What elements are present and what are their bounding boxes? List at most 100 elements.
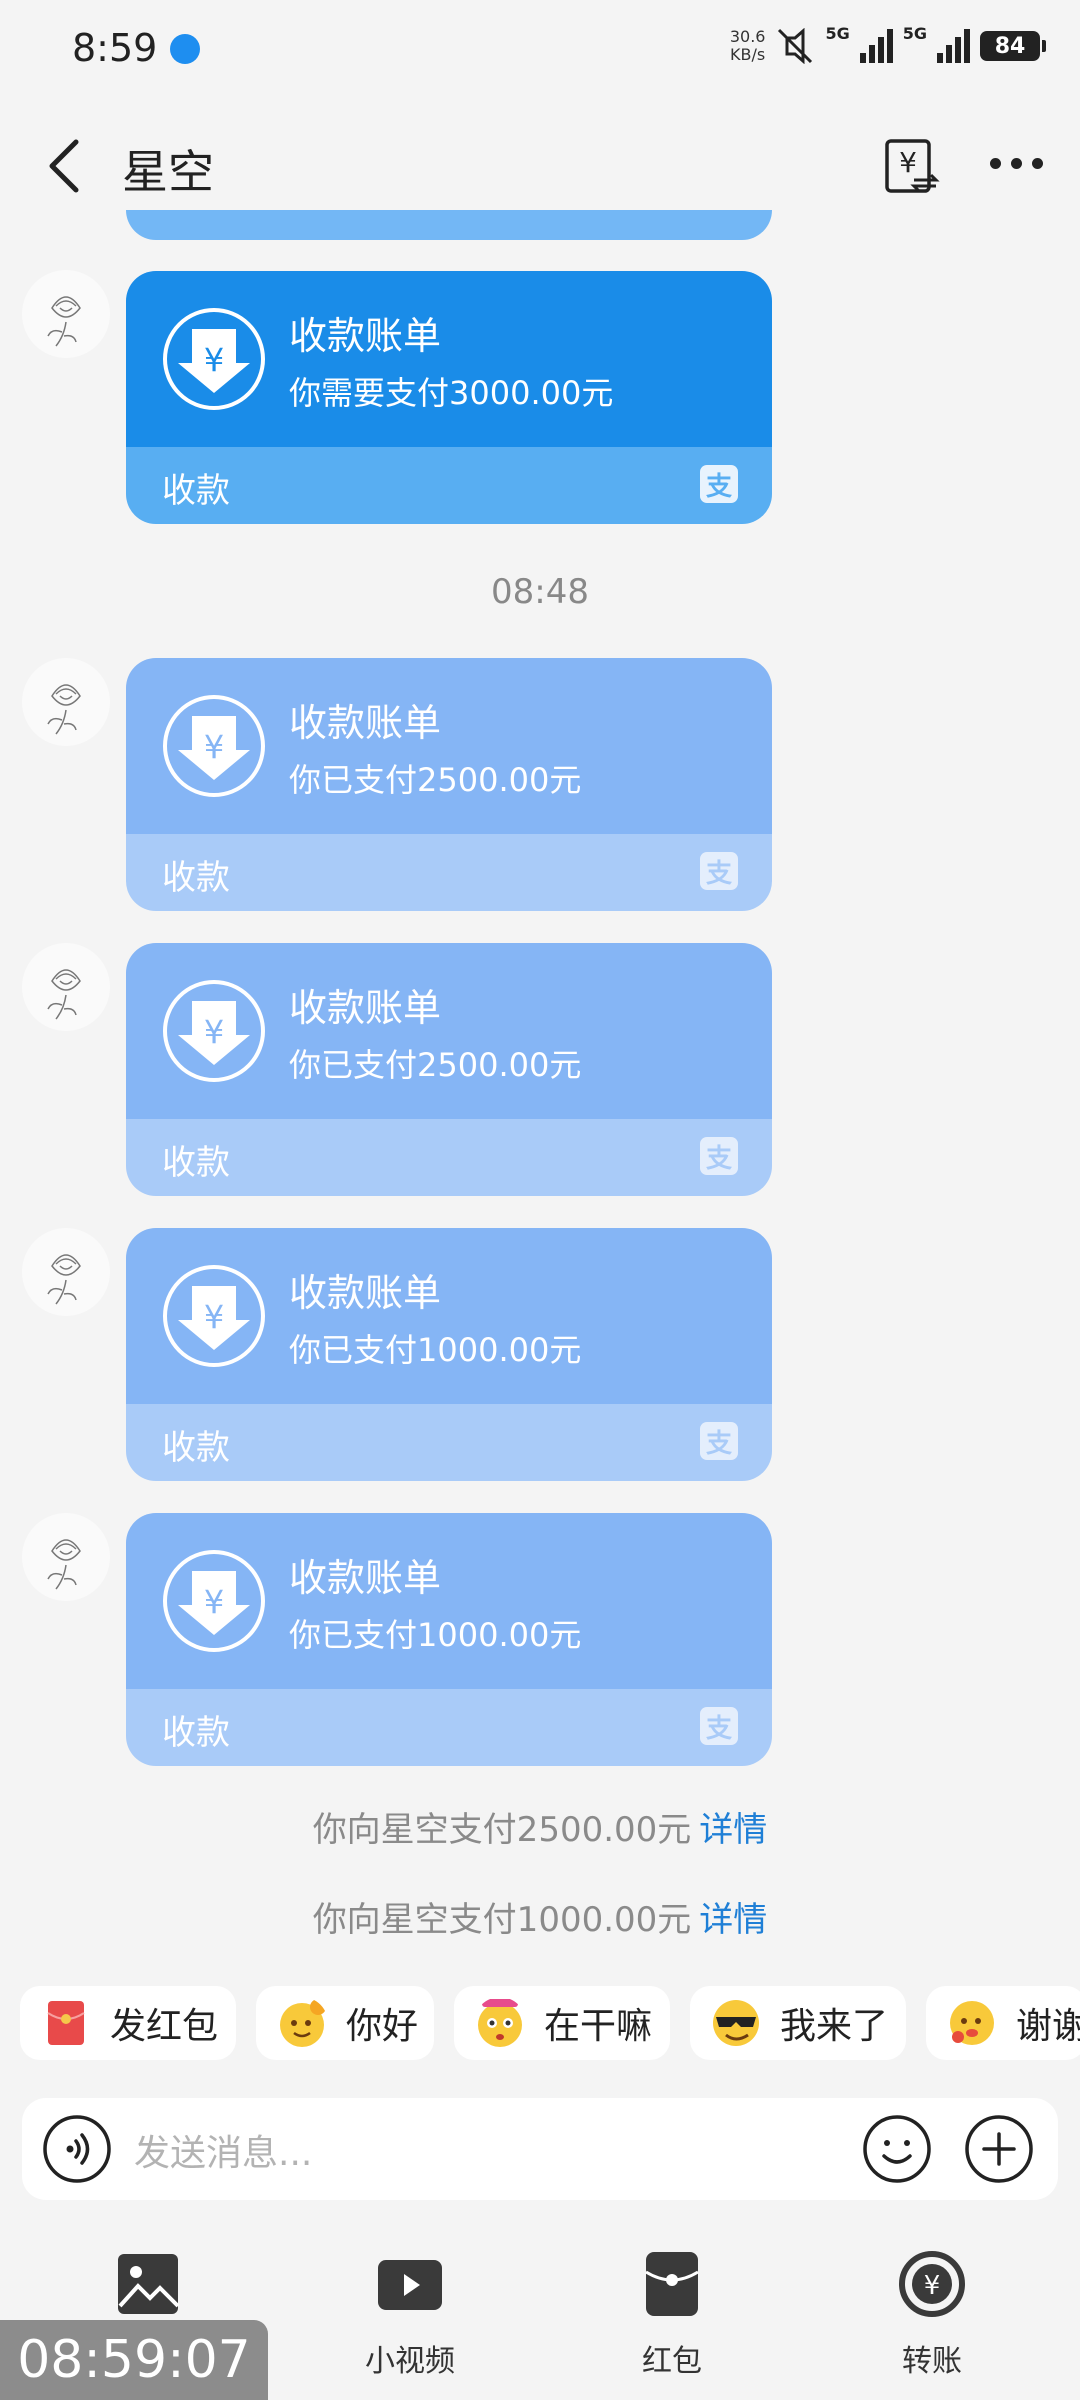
svg-text:¥: ¥: [204, 341, 224, 379]
card-body: ¥ 收款账单 你已支付1000.00元: [126, 1513, 772, 1689]
card-title: 收款账单: [289, 701, 442, 745]
svg-text:¥: ¥: [204, 1583, 224, 1621]
toolbar-label: 红包: [642, 2344, 702, 2379]
details-link[interactable]: 详情: [699, 1810, 767, 1850]
card-footer-label: 收款: [162, 1713, 230, 1753]
svg-text:¥: ¥: [899, 146, 917, 179]
card-amount: 你已支付1000.00元: [289, 1331, 582, 1369]
network-type-1: 5G: [825, 24, 850, 43]
quick-reply-what-doing[interactable]: 在干嘛: [454, 1986, 670, 2060]
card-title: 收款账单: [289, 1271, 442, 1315]
voice-input-icon[interactable]: [42, 2114, 112, 2184]
svg-text:¥: ¥: [924, 2271, 941, 2301]
payment-notice-text: 你向星空支付2500.00元: [312, 1810, 692, 1850]
alipay-icon: 支: [700, 1707, 738, 1745]
payment-bill-card[interactable]: ¥ 收款账单 你已支付1000.00元 收款 支: [126, 1228, 772, 1481]
network-speed: 30.6 KB/s: [729, 27, 766, 64]
previous-message-card-edge: [126, 210, 772, 240]
yuan-download-icon: ¥: [163, 1550, 265, 1652]
yuan-download-icon: ¥: [163, 695, 265, 797]
photo-icon: [118, 2254, 180, 2314]
message-input-bar: 发送消息...: [22, 2098, 1058, 2200]
card-body: ¥ 收款账单 你已支付1000.00元: [126, 1228, 772, 1404]
card-body: ¥ 收款账单 你需要支付3000.00元: [126, 271, 772, 447]
payment-bill-card[interactable]: ¥ 收款账单 你需要支付3000.00元 收款 支: [126, 271, 772, 524]
signal-icon-2: [937, 29, 970, 63]
contact-avatar[interactable]: [22, 943, 110, 1031]
contact-avatar[interactable]: [22, 658, 110, 746]
toolbar-red-packet[interactable]: 红包: [592, 2250, 752, 2380]
rose-avatar-icon: [47, 1254, 81, 1305]
quick-reply-label: 在干嘛: [544, 2006, 653, 2047]
card-body: ¥ 收款账单 你已支付2500.00元: [126, 658, 772, 834]
payment-notice-text: 你向星空支付1000.00元: [312, 1900, 692, 1940]
status-indicators: 30.6 KB/s 5G 5G 84: [729, 24, 1046, 68]
payment-notice: 你向星空支付2500.00元 详情: [0, 1802, 1080, 1851]
signal-icon-1: [859, 29, 893, 63]
quick-reply-label: 你好: [346, 2006, 419, 2047]
yuan-download-icon: ¥: [163, 1265, 265, 1367]
thanks-emoji-icon: [950, 2001, 994, 2045]
app-notification-icon: [170, 34, 200, 64]
red-packet-icon: [645, 2252, 699, 2316]
details-link[interactable]: 详情: [699, 1900, 767, 1940]
battery-icon: 84: [980, 31, 1046, 61]
message-input[interactable]: 发送消息...: [134, 2124, 312, 2176]
payment-bill-card[interactable]: ¥ 收款账单 你已支付2500.00元 收款 支: [126, 943, 772, 1196]
video-icon: [378, 2260, 442, 2310]
card-footer-label: 收款: [162, 1428, 230, 1468]
card-body: ¥ 收款账单 你已支付2500.00元: [126, 943, 772, 1119]
card-title: 收款账单: [289, 314, 442, 358]
card-footer: 收款 支: [126, 1119, 772, 1196]
more-options-icon[interactable]: [990, 158, 1043, 169]
toolbar-label: 小视频: [365, 2344, 455, 2379]
quick-reply-thanks[interactable]: 谢谢: [926, 1986, 1080, 2060]
payment-bill-card[interactable]: ¥ 收款账单 你已支付2500.00元 收款 支: [126, 658, 772, 911]
card-footer-label: 收款: [162, 471, 230, 511]
plus-icon[interactable]: [964, 2114, 1034, 2184]
sunglasses-emoji-icon: [713, 2000, 759, 2046]
yuan-download-icon: ¥: [163, 980, 265, 1082]
toolbar-transfer[interactable]: ¥ 转账: [852, 2250, 1012, 2380]
bill-transfer-icon[interactable]: ¥: [884, 138, 940, 194]
payment-notice: 你向星空支付1000.00元 详情: [0, 1892, 1080, 1941]
card-amount: 你已支付1000.00元: [289, 1616, 582, 1654]
card-title: 收款账单: [289, 986, 442, 1030]
red-envelope-icon: [47, 2001, 85, 2045]
quick-reply-coming[interactable]: 我来了: [690, 1986, 906, 2060]
card-amount: 你已支付2500.00元: [289, 761, 582, 799]
quick-reply-label: 谢谢: [1016, 2006, 1080, 2047]
back-arrow-icon[interactable]: [42, 136, 92, 196]
svg-text:¥: ¥: [204, 728, 224, 766]
svg-text:¥: ¥: [204, 1013, 224, 1051]
card-amount: 你需要支付3000.00元: [289, 374, 614, 412]
payment-bill-card[interactable]: ¥ 收款账单 你已支付1000.00元 收款 支: [126, 1513, 772, 1766]
quick-reply-red-envelope[interactable]: 发红包: [20, 1986, 236, 2060]
card-footer: 收款 支: [126, 1689, 772, 1766]
rose-avatar-icon: [47, 684, 81, 735]
hi-emoji-icon: [280, 1999, 326, 2047]
status-time: 8:59: [72, 26, 158, 70]
quick-reply-hello[interactable]: 你好: [256, 1986, 434, 2060]
card-footer: 收款 支: [126, 834, 772, 911]
quick-reply-label: 发红包: [110, 2006, 219, 2047]
rose-avatar-icon: [47, 296, 81, 347]
quick-reply-label: 我来了: [780, 2006, 889, 2047]
network-type-2: 5G: [902, 24, 927, 43]
alipay-icon: 支: [700, 1422, 738, 1460]
rose-avatar-icon: [47, 969, 81, 1020]
toolbar-short-video[interactable]: 小视频: [330, 2250, 490, 2380]
card-title: 收款账单: [289, 1556, 442, 1600]
emoji-icon[interactable]: [862, 2114, 932, 2184]
alipay-icon: 支: [700, 465, 738, 503]
card-footer-label: 收款: [162, 1143, 230, 1183]
yuan-download-icon: ¥: [163, 308, 265, 410]
card-amount: 你已支付2500.00元: [289, 1046, 582, 1084]
contact-avatar[interactable]: [22, 270, 110, 358]
toolbar-label: 转账: [902, 2344, 962, 2379]
contact-avatar[interactable]: [22, 1513, 110, 1601]
mute-icon: [778, 28, 813, 64]
contact-avatar[interactable]: [22, 1228, 110, 1316]
recording-timer: 08:59:07: [0, 2320, 268, 2400]
card-footer: 收款 支: [126, 447, 772, 524]
